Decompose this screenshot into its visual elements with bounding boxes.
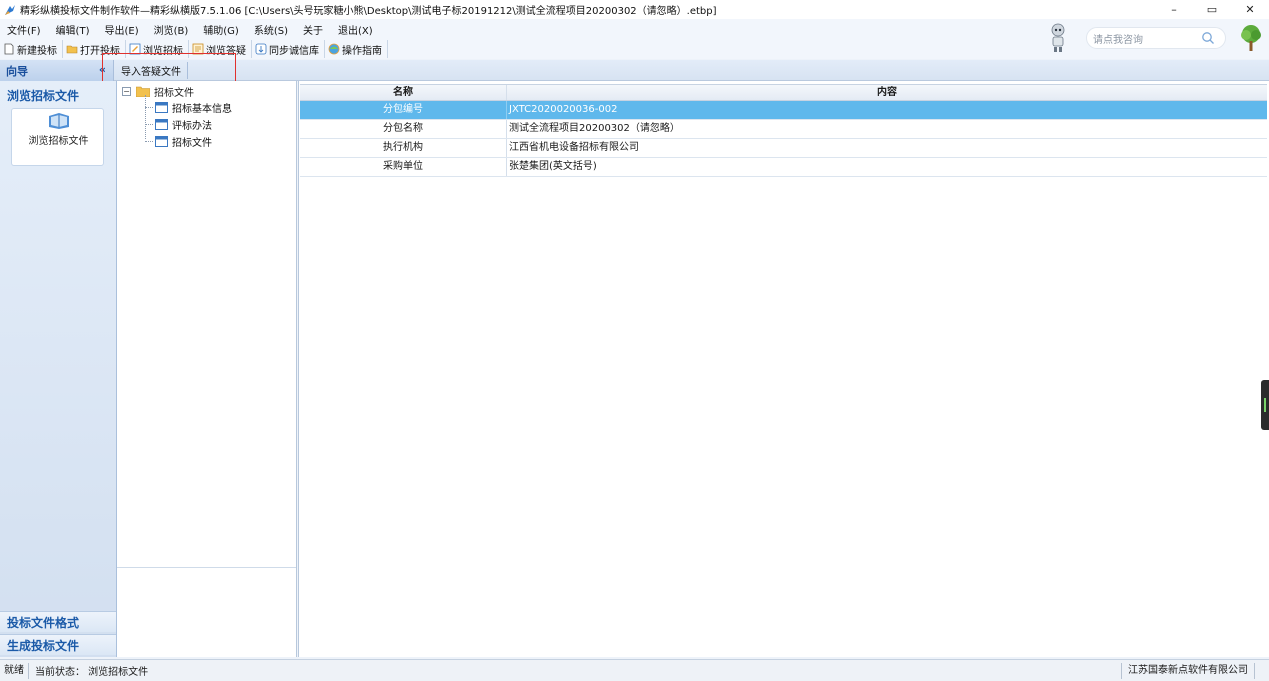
wizard-title: 向导 (6, 64, 28, 78)
menu-file[interactable]: 文件(F) (0, 22, 49, 37)
window-doc-icon (155, 102, 168, 113)
window-doc-icon (155, 119, 168, 130)
folder-icon (136, 86, 150, 97)
menu-export[interactable]: 导出(E) (97, 22, 146, 37)
table-row[interactable]: 采购单位 张楚集团(英文括号) (300, 158, 1267, 177)
nav-section-bid-format[interactable]: 投标文件格式 (0, 611, 116, 632)
open-folder-icon (66, 45, 78, 54)
column-header-content[interactable]: 内容 (507, 85, 1267, 100)
search-placeholder: 请点我咨询 (1093, 34, 1143, 46)
menu-edit[interactable]: 编辑(T) (49, 22, 98, 37)
new-file-icon (4, 43, 14, 55)
column-header-name[interactable]: 名称 (300, 85, 507, 100)
close-button[interactable]: ✕ (1231, 0, 1269, 19)
tree-item-tender-document[interactable]: 招标文件 (145, 134, 212, 149)
title-bar: 精彩纵横投标文件制作软件—精彩纵横版7.5.1.06 [C:\Users\头号玩… (0, 0, 1269, 19)
document-tree-pane: − 招标文件 招标基本信息 评标办法 招标文件 (117, 81, 297, 657)
tree-item-label: 评标办法 (172, 121, 212, 132)
robot-assistant-icon[interactable] (1048, 23, 1068, 53)
open-book-icon (49, 113, 69, 129)
tree-root-label: 招标文件 (154, 88, 194, 99)
tree-item-label: 招标基本信息 (172, 104, 232, 115)
tree-logo-icon (1241, 25, 1261, 51)
status-current-state: 当前状态： 浏览招标文件 (35, 667, 149, 678)
sync-integrity-label: 同步诚信库 (269, 45, 319, 57)
cell-name: 采购单位 (300, 158, 507, 176)
collapse-tree-toggle[interactable]: − (122, 87, 131, 96)
left-nav-panel: 浏览招标文件 浏览招标文件 投标文件格式 生成投标文件 (0, 81, 117, 657)
app-logo-icon (5, 4, 15, 15)
menu-assist[interactable]: 辅助(G) (196, 22, 247, 37)
guide-label: 操作指南 (342, 45, 382, 57)
nav-section-generate-bid[interactable]: 生成投标文件 (0, 634, 116, 655)
table-row[interactable]: 分包名称 测试全流程项目20200302（请忽略） (300, 120, 1267, 139)
sync-integrity-button[interactable]: 同步诚信库 (252, 40, 325, 58)
sync-icon (255, 43, 267, 55)
cell-content: 张楚集团(英文括号) (509, 161, 597, 172)
status-ready: 就绪 (0, 662, 29, 679)
cell-name: 分包编号 (300, 101, 507, 119)
guide-button[interactable]: 操作指南 (325, 40, 388, 58)
info-grid: 名称 内容 分包编号 JXTC2020020036-002 分包名称 测试全流程… (300, 84, 1267, 177)
browse-tender-card[interactable]: 浏览招标文件 (11, 108, 104, 166)
tree-branch-line (145, 141, 153, 142)
tree-branch-line (145, 124, 153, 125)
window-title: 精彩纵横投标文件制作软件—精彩纵横版7.5.1.06 [C:\Users\头号玩… (20, 6, 717, 17)
tree-root-tender-file[interactable]: − 招标文件 (122, 84, 194, 99)
nav-section-browse-tender[interactable]: 浏览招标文件 (0, 85, 116, 106)
grid-header: 名称 内容 (300, 84, 1267, 101)
search-icon[interactable] (1201, 31, 1215, 45)
menu-about[interactable]: 关于 (296, 22, 331, 37)
tree-item-basic-info[interactable]: 招标基本信息 (145, 100, 232, 115)
status-company: 江苏国泰新点软件有限公司 (1121, 663, 1255, 679)
menu-exit[interactable]: 退出(X) (331, 22, 381, 37)
new-bid-label: 新建投标 (17, 45, 57, 57)
tree-item-label: 招标文件 (172, 138, 212, 149)
menu-browse[interactable]: 浏览(B) (147, 22, 197, 37)
minimize-button[interactable]: – (1155, 0, 1193, 19)
cell-content: JXTC2020020036-002 (509, 104, 618, 115)
status-bar: 就绪 当前状态： 浏览招标文件 江苏国泰新点软件有限公司 (0, 659, 1269, 681)
wizard-header: 向导 « (0, 60, 114, 81)
cell-name: 执行机构 (300, 139, 507, 157)
restore-button[interactable]: ▭ (1193, 0, 1231, 19)
browse-tender-card-label: 浏览招标文件 (28, 136, 89, 147)
tree-item-evaluation-method[interactable]: 评标办法 (145, 117, 212, 132)
side-dock-handle[interactable] (1261, 380, 1269, 430)
tree-branch-line (145, 107, 153, 108)
tree-lower-panel (117, 567, 296, 657)
cell-content: 测试全流程项目20200302（请忽略） (509, 123, 680, 134)
menu-system[interactable]: 系统(S) (247, 22, 296, 37)
cell-name: 分包名称 (300, 120, 507, 138)
window-controls: – ▭ ✕ (1155, 0, 1269, 19)
table-row[interactable]: 执行机构 江西省机电设备招标有限公司 (300, 139, 1267, 158)
dock-indicator (1264, 398, 1266, 412)
window-doc-icon (155, 136, 168, 147)
globe-help-icon (328, 43, 340, 55)
table-row[interactable]: 分包编号 JXTC2020020036-002 (300, 101, 1267, 120)
consult-search-box[interactable]: 请点我咨询 (1086, 27, 1226, 49)
menu-bar: 文件(F) 编辑(T) 导出(E) 浏览(B) 辅助(G) 系统(S) 关于 退… (0, 19, 1269, 39)
new-bid-button[interactable]: 新建投标 (0, 40, 63, 58)
cell-content: 江西省机电设备招标有限公司 (509, 142, 639, 153)
